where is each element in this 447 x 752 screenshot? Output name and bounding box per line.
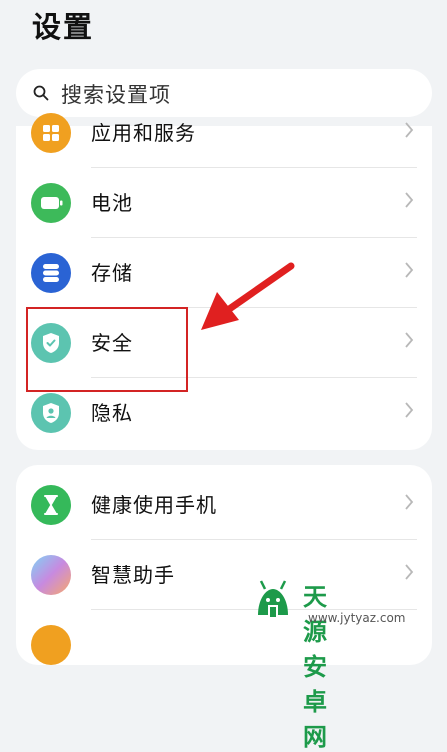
battery-icon xyxy=(31,183,71,223)
settings-item-label: 存储 xyxy=(91,261,133,285)
settings-item-smart-assistant[interactable]: 智慧助手 xyxy=(16,540,432,610)
settings-item-battery[interactable]: 电池 xyxy=(16,168,432,238)
chevron-right-icon xyxy=(405,402,414,418)
settings-item-digital-balance[interactable]: 健康使用手机 xyxy=(16,470,432,540)
watermark-url: www.jytyaz.com xyxy=(308,611,406,625)
settings-item-apps-services[interactable]: 应用和服务 xyxy=(16,98,432,168)
chevron-right-icon xyxy=(405,122,414,138)
settings-item-label: 应用和服务 xyxy=(91,121,196,145)
settings-item-label: 智慧助手 xyxy=(91,563,175,587)
page-title: 设置 xyxy=(32,10,95,44)
privacy-shield-icon xyxy=(31,393,71,433)
chevron-right-icon xyxy=(405,494,414,510)
settings-item-label: 健康使用手机 xyxy=(91,493,217,517)
chevron-right-icon xyxy=(405,332,414,348)
partial-item-icon xyxy=(31,625,71,665)
watermark-text: 天源安卓网 xyxy=(303,583,327,751)
chevron-right-icon xyxy=(405,262,414,278)
chevron-right-icon xyxy=(405,564,414,580)
settings-group-2: 健康使用手机 智慧助手 xyxy=(16,465,432,665)
chevron-right-icon xyxy=(405,192,414,208)
hourglass-icon xyxy=(31,485,71,525)
storage-icon xyxy=(31,253,71,293)
apps-icon xyxy=(31,113,71,153)
annotation-arrow-icon xyxy=(201,262,295,330)
settings-item-label: 电池 xyxy=(91,191,133,215)
android-logo-icon xyxy=(258,580,288,619)
assistant-icon xyxy=(31,555,71,595)
settings-item-label: 隐私 xyxy=(91,401,133,425)
highlight-box xyxy=(26,307,188,392)
